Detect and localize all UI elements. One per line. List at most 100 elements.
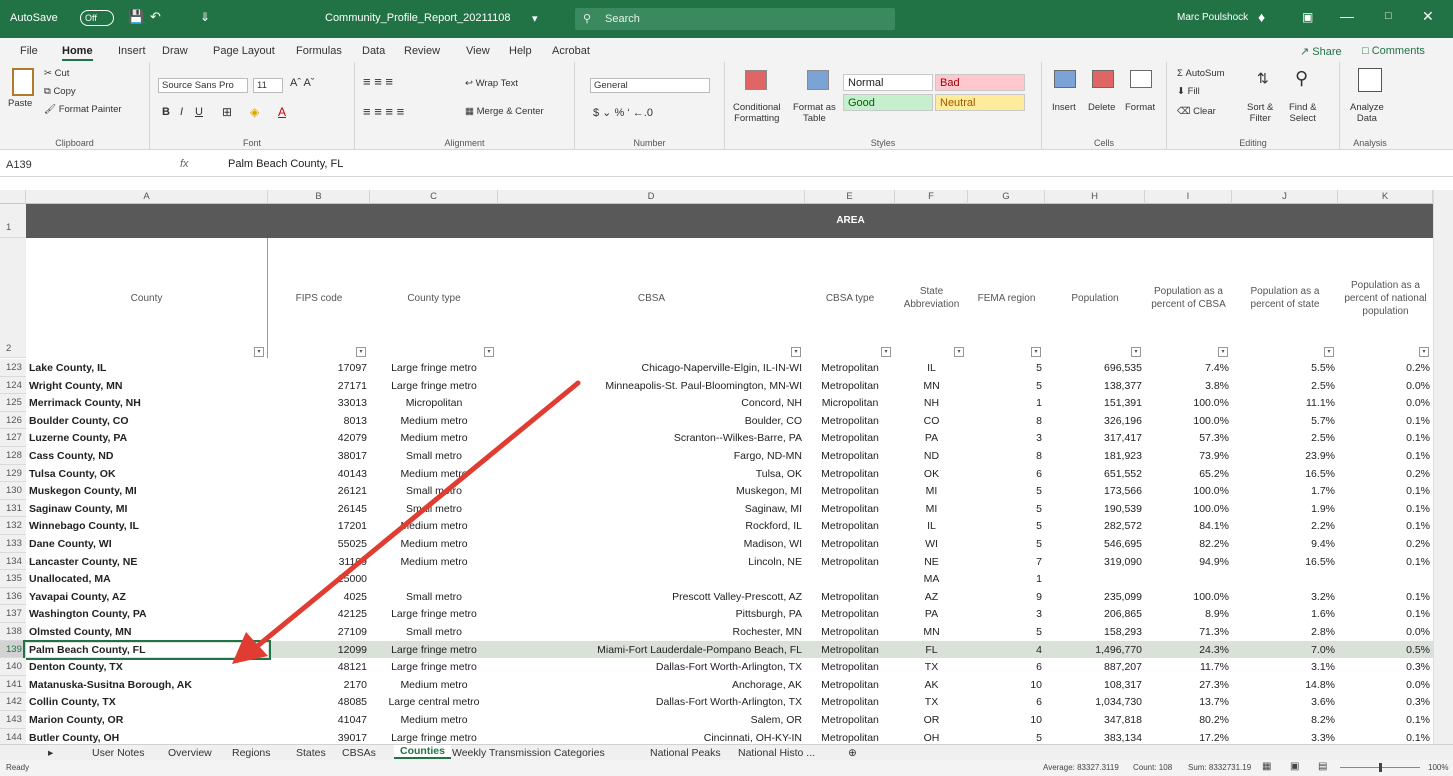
table-cell[interactable]: 0.1% — [1338, 607, 1433, 621]
format-painter-button[interactable]: 🖌 Format Painter — [44, 104, 122, 115]
table-cell[interactable]: 10 — [968, 713, 1045, 727]
table-cell[interactable]: 8.9% — [1145, 607, 1232, 621]
filter-dropdown-icon[interactable]: ▾ — [954, 347, 964, 357]
bold-button[interactable]: B — [162, 106, 170, 118]
column-header-j[interactable]: J — [1232, 190, 1338, 204]
table-cell[interactable]: 6 — [968, 660, 1045, 674]
filter-dropdown-icon[interactable]: ▾ — [484, 347, 494, 357]
filter-dropdown-icon[interactable]: ▾ — [254, 347, 264, 357]
table-cell[interactable]: 11.1% — [1232, 396, 1338, 410]
table-cell[interactable]: 42125 — [268, 607, 370, 621]
table-cell[interactable]: Miami-Fort Lauderdale-Pompano Beach, FL — [498, 643, 805, 657]
table-cell[interactable]: 0.1% — [1338, 590, 1433, 604]
county-cell[interactable]: Merrimack County, NH — [26, 396, 268, 410]
table-cell[interactable]: 1.6% — [1232, 607, 1338, 621]
table-cell[interactable]: 546,695 — [1045, 537, 1145, 551]
conditional-formatting-button[interactable]: Conditional Formatting — [733, 102, 781, 124]
table-cell[interactable]: 42079 — [268, 431, 370, 445]
tab-formulas[interactable]: Formulas — [296, 45, 342, 57]
table-cell[interactable]: 696,535 — [1045, 361, 1145, 375]
table-cell[interactable]: 0.2% — [1338, 537, 1433, 551]
title-dropdown-icon[interactable]: ▾ — [532, 12, 538, 25]
table-cell[interactable]: 347,818 — [1045, 713, 1145, 727]
row-number[interactable]: 142 — [0, 693, 26, 711]
row-number[interactable]: 130 — [0, 482, 26, 500]
table-cell[interactable]: 39017 — [268, 731, 370, 744]
table-cell[interactable]: Large fringe metro — [370, 379, 498, 393]
row-number[interactable]: 123 — [0, 359, 26, 377]
table-cell[interactable]: 8.2% — [1232, 713, 1338, 727]
county-cell[interactable]: Matanuska-Susitna Borough, AK — [26, 678, 268, 692]
table-cell[interactable]: 4 — [968, 643, 1045, 657]
table-cell[interactable]: Micropolitan — [370, 396, 498, 410]
table-cell[interactable]: Small metro — [370, 484, 498, 498]
tab-data[interactable]: Data — [362, 45, 385, 57]
normal-view-icon[interactable]: ▦ — [1262, 761, 1271, 772]
county-cell[interactable]: Washington County, PA — [26, 607, 268, 621]
format-cells-button[interactable]: Format — [1125, 102, 1155, 113]
tab-help[interactable]: Help — [509, 45, 532, 57]
table-cell[interactable]: Small metro — [370, 449, 498, 463]
tab-view[interactable]: View — [466, 45, 490, 57]
table-cell[interactable]: 0.0% — [1338, 625, 1433, 639]
autosum-button[interactable]: Σ AutoSum — [1177, 68, 1225, 79]
touch-mode-icon[interactable]: ⇓ — [200, 10, 210, 24]
filter-dropdown-icon[interactable]: ▾ — [881, 347, 891, 357]
table-cell[interactable]: Tulsa, OK — [498, 467, 805, 481]
search-box[interactable]: ⚲ Search — [575, 8, 895, 30]
table-cell[interactable]: 27109 — [268, 625, 370, 639]
table-cell[interactable]: 0.1% — [1338, 713, 1433, 727]
row-number[interactable]: 133 — [0, 535, 26, 553]
table-cell[interactable]: 5 — [968, 379, 1045, 393]
county-cell[interactable]: Unallocated, MA — [26, 572, 268, 586]
copy-button[interactable]: ⧉ Copy — [44, 86, 76, 97]
fx-icon[interactable]: fx — [180, 158, 189, 170]
table-cell[interactable]: 100.0% — [1145, 484, 1232, 498]
filter-dropdown-icon[interactable]: ▾ — [1324, 347, 1334, 357]
table-cell[interactable]: Metropolitan — [805, 467, 895, 481]
table-cell[interactable]: Chicago-Naperville-Elgin, IL-IN-WI — [498, 361, 805, 375]
analyze-data-button[interactable]: Analyze Data — [1350, 102, 1384, 124]
table-cell[interactable]: 138,377 — [1045, 379, 1145, 393]
borders-icon[interactable]: ⊞ — [222, 105, 232, 119]
table-cell[interactable]: Medium metro — [370, 537, 498, 551]
sheet-tab[interactable]: Counties — [394, 745, 451, 759]
fill-button[interactable]: ⬇ Fill — [1177, 86, 1200, 97]
table-cell[interactable]: 23.9% — [1232, 449, 1338, 463]
select-all-corner[interactable] — [0, 190, 26, 204]
table-cell[interactable]: 0.1% — [1338, 431, 1433, 445]
county-cell[interactable]: Boulder County, CO — [26, 414, 268, 428]
page-break-icon[interactable]: ▤ — [1318, 761, 1327, 772]
font-size-select[interactable]: 11 — [253, 78, 283, 93]
table-cell[interactable]: 3 — [968, 607, 1045, 621]
insert-cells-button[interactable]: Insert — [1052, 102, 1076, 113]
table-cell[interactable]: Muskegon, MI — [498, 484, 805, 498]
row-number[interactable]: 143 — [0, 711, 26, 729]
sheet-nav-icon[interactable]: ▸ — [48, 747, 53, 759]
county-cell[interactable]: Cass County, ND — [26, 449, 268, 463]
add-sheet-icon[interactable]: ⊕ — [848, 747, 857, 759]
table-cell[interactable]: Scranton--Wilkes-Barre, PA — [498, 431, 805, 445]
column-header-g[interactable]: G — [968, 190, 1045, 204]
row-number[interactable]: 134 — [0, 552, 26, 571]
table-cell[interactable]: 8013 — [268, 414, 370, 428]
sheet-tab[interactable]: National Histo ... — [738, 747, 815, 759]
table-cell[interactable]: 5 — [968, 502, 1045, 516]
table-cell[interactable]: 84.1% — [1145, 519, 1232, 533]
table-cell[interactable]: 100.0% — [1145, 414, 1232, 428]
number-format-select[interactable]: General — [590, 78, 710, 93]
county-cell[interactable]: Lancaster County, NE — [26, 555, 268, 569]
filter-dropdown-icon[interactable]: ▾ — [791, 347, 801, 357]
table-cell[interactable]: 1,496,770 — [1045, 643, 1145, 657]
table-cell[interactable]: 100.0% — [1145, 396, 1232, 410]
table-cell[interactable]: 0.1% — [1338, 519, 1433, 533]
table-cell[interactable]: 71.3% — [1145, 625, 1232, 639]
table-cell[interactable]: 2170 — [268, 678, 370, 692]
table-cell[interactable]: Dallas-Fort Worth-Arlington, TX — [498, 660, 805, 674]
sheet-tab[interactable]: Weekly Transmission Categories — [452, 747, 605, 759]
table-cell[interactable]: Metropolitan — [805, 484, 895, 498]
table-cell[interactable]: Metropolitan — [805, 590, 895, 604]
italic-button[interactable]: I — [180, 106, 183, 118]
table-cell[interactable]: 100.0% — [1145, 590, 1232, 604]
table-cell[interactable]: Small metro — [370, 625, 498, 639]
